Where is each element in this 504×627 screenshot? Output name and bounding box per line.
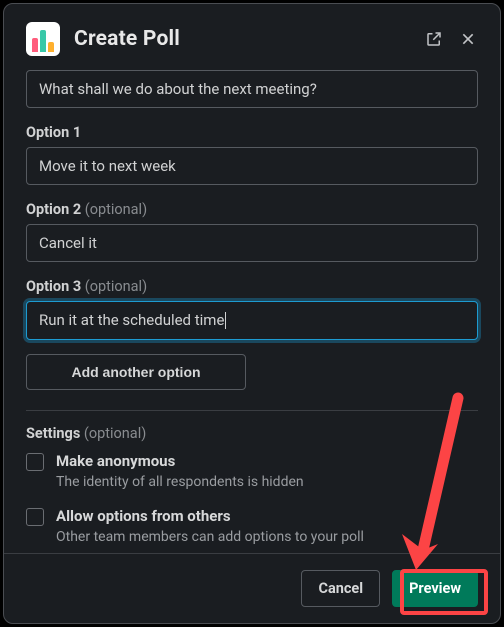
option-1-input[interactable]: Move it to next week: [26, 147, 478, 185]
setting-anonymous[interactable]: Make anonymous The identity of all respo…: [26, 452, 478, 493]
preview-button[interactable]: Preview: [392, 570, 478, 607]
modal-footer: Cancel Preview: [4, 553, 500, 623]
create-poll-modal: Create Poll What shall we do about the n…: [3, 3, 501, 624]
checkbox-icon[interactable]: [26, 508, 44, 526]
poll-app-icon: [26, 22, 60, 56]
open-external-icon[interactable]: [424, 29, 444, 49]
close-icon[interactable]: [458, 29, 478, 49]
poll-question-input[interactable]: What shall we do about the next meeting?: [26, 70, 478, 108]
add-option-button[interactable]: Add another option: [26, 354, 246, 390]
setting-desc: Other team members can add options to yo…: [56, 528, 364, 548]
modal-header: Create Poll: [4, 4, 500, 70]
option-3-label: Option 3 (optional): [26, 278, 478, 295]
text-caret: [225, 312, 226, 329]
modal-title: Create Poll: [74, 27, 410, 51]
option-3-input[interactable]: Run it at the scheduled time: [26, 301, 478, 340]
setting-allow-options[interactable]: Allow options from others Other team mem…: [26, 507, 478, 548]
setting-title: Allow options from others: [56, 507, 364, 527]
settings-heading: Settings (optional): [26, 425, 478, 442]
option-2-label: Option 2 (optional): [26, 201, 478, 218]
option-1-label: Option 1: [26, 124, 478, 141]
checkbox-icon[interactable]: [26, 453, 44, 471]
setting-desc: The identity of all respondents is hidde…: [56, 473, 304, 493]
cancel-button[interactable]: Cancel: [301, 570, 380, 607]
option-2-input[interactable]: Cancel it: [26, 224, 478, 262]
modal-body[interactable]: What shall we do about the next meeting?…: [4, 70, 500, 553]
setting-title: Make anonymous: [56, 452, 304, 472]
divider: [26, 410, 478, 411]
